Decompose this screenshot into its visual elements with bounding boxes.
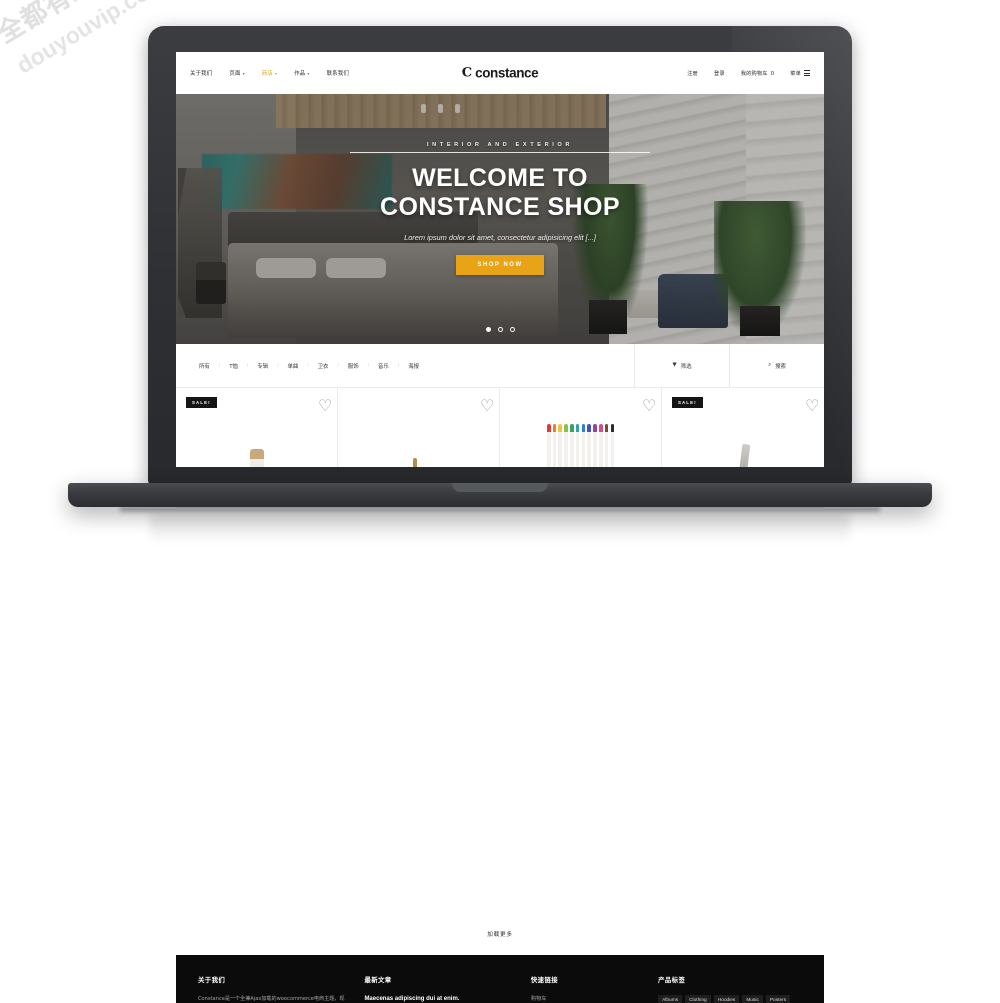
product-image-bottle (249, 449, 264, 467)
hero-dot-0[interactable] (485, 327, 491, 332)
footer-tag-3[interactable]: Music (742, 995, 763, 1003)
primary-nav: 关于我们 页面 ▾ 商店 ▾ 作品 ▾ 联系我们 (190, 69, 349, 77)
search-label: 搜索 (775, 363, 786, 370)
shop-now-button[interactable]: SHOP NOW (456, 255, 544, 275)
footer-col-about: 关于我们 Constance是一个全兼Ajax加载的woocommerce电商主… (198, 975, 348, 1003)
nav-item-0[interactable]: 关于我们 (190, 69, 212, 77)
hero-kicker: INTERIOR AND EXTERIOR (427, 142, 573, 148)
filter-icon: ▼ (672, 361, 677, 368)
footer-links-heading: 快速链接 (530, 976, 559, 984)
secondary-nav: 注册 登录 我的购物车 0 菜单 (687, 69, 810, 77)
screenshot-stage: 全都有综合资源网 douyouvip.com SALE!♡★★★★★MUSIC,… (0, 0, 1000, 1003)
product-media: ♡★★★★★ (500, 388, 661, 467)
filter-label: 筛选 (680, 363, 692, 370)
nav-item-3[interactable]: 作品 ▾ (294, 69, 309, 77)
hero-copy: INTERIOR AND EXTERIOR WELCOME TO CONSTAN… (176, 142, 824, 275)
hero-slider: INTERIOR AND EXTERIOR WELCOME TO CONSTAN… (176, 94, 824, 344)
footer-post-title[interactable]: Maecenas adipiscing dui at enim. (364, 995, 514, 1003)
cart-count: 0 (770, 70, 775, 77)
filter-category-6[interactable]: 音乐 (369, 362, 398, 370)
footer-col-tags: 产品标签 AlbumsClothingHoodiesMusicPostersSi… (658, 975, 802, 1003)
logo-mark-icon: C (461, 65, 473, 81)
footer-posts-heading: 最新文章 (364, 976, 392, 984)
product-image-pens (546, 424, 615, 467)
login-link[interactable]: 登录 (714, 70, 725, 77)
logo-text: constance (475, 65, 539, 81)
footer-about-body: Constance是一个全兼Ajax加载的woocommerce电商主题，现在市… (198, 996, 345, 1002)
chevron-down-icon: ▾ (242, 71, 245, 76)
footer-tag-1[interactable]: Clothing (685, 995, 711, 1003)
category-filter-list: 所有 / T恤 / 专辑 / 单曲 / 卫衣 / 服饰 / 音乐 / 海报 (176, 362, 634, 370)
filter-category-4[interactable]: 卫衣 (309, 362, 338, 370)
footer-about-heading: 关于我们 (198, 976, 226, 984)
watermark-chinese: 全都有综合资源网 (0, 0, 193, 50)
site-footer: 关于我们 Constance是一个全兼Ajax加载的woocommerce电商主… (176, 955, 824, 1003)
site-header: 关于我们 页面 ▾ 商店 ▾ 作品 ▾ 联系我们 C constance 注册 登录 我的购物… (176, 52, 824, 94)
register-link[interactable]: 注册 (687, 70, 698, 77)
hero-subtitle: Lorem ipsum dolor sit amet, consectetur … (404, 233, 596, 242)
site-logo[interactable]: C constance (462, 66, 539, 80)
hero-dot-2[interactable] (509, 327, 515, 332)
product-media: SALE!♡★★★★★ (176, 388, 337, 467)
sale-badge: SALE! (672, 397, 703, 408)
nav-item-1[interactable]: 页面 ▾ (229, 69, 244, 77)
product-card[interactable]: SALE!♡★★★★★POSTERSCOMPASS$15.00$12.00 (662, 388, 824, 467)
wishlist-heart-icon[interactable]: ♡ (805, 396, 819, 415)
product-card[interactable]: ♡MUSIC, SINGLESBRUSH$5.00 (338, 388, 500, 467)
laptop-shadow (120, 507, 880, 514)
website: 关于我们 页面 ▾ 商店 ▾ 作品 ▾ 联系我们 C constance 注册 登录 我的购物… (176, 52, 824, 467)
footer-col-links: 快速链接 购物车商店联系我们 (531, 975, 642, 1003)
search-button[interactable]: ⌕ 搜索 (729, 343, 824, 388)
product-image-compass (735, 443, 751, 467)
laptop-trackpad-notch (452, 483, 548, 492)
filter-category-1[interactable]: T恤 (220, 362, 247, 370)
search-icon: ⌕ (768, 361, 772, 368)
hero-title-line-1: WELCOME TO (412, 164, 588, 192)
nav-item-4[interactable]: 联系我们 (327, 69, 349, 77)
filter-category-3[interactable]: 单曲 (278, 362, 307, 370)
hero-pagination (176, 327, 824, 332)
filter-button[interactable]: ▼ 筛选 (634, 343, 729, 388)
nav-item-2[interactable]: 商店 ▾ (262, 69, 277, 77)
load-more-wrap: 加载更多 (176, 915, 824, 955)
product-filter-bar: 所有 / T恤 / 专辑 / 单曲 / 卫衣 / 服饰 / 音乐 / 海报 ▼ 筛选 ⌕ 搜索 (176, 343, 824, 388)
filter-category-0[interactable]: 所有 (190, 362, 219, 370)
product-media: ♡ (338, 388, 499, 467)
laptop-base (68, 483, 932, 507)
product-media: SALE!♡★★★★★ (662, 388, 824, 467)
laptop-screen: 关于我们 页面 ▾ 商店 ▾ 作品 ▾ 联系我们 C constance 注册 登录 我的购物… (176, 52, 824, 467)
wishlist-heart-icon[interactable]: ♡ (318, 396, 332, 415)
hero-divider (350, 152, 650, 153)
footer-tag-0[interactable]: Albums (658, 995, 683, 1003)
load-more-button[interactable]: 加载更多 (487, 930, 513, 938)
filter-category-7[interactable]: 海报 (399, 362, 428, 370)
product-card[interactable]: SALE!♡★★★★★MUSIC, SINGLESBOTTLE$5.00$2.0… (176, 388, 338, 467)
laptop-reflection (150, 514, 850, 544)
hamburger-icon (804, 69, 810, 77)
footer-link-0[interactable]: 购物车 (531, 995, 642, 1002)
wishlist-heart-icon[interactable]: ♡ (642, 396, 656, 415)
sale-badge: SALE! (186, 397, 217, 408)
menu-button[interactable]: 菜单 (790, 69, 810, 77)
product-card[interactable]: ♡★★★★★CLOTHING, HOODIESCOLOR PEN$35.00 (500, 388, 662, 467)
wishlist-heart-icon[interactable]: ♡ (480, 396, 494, 415)
filter-category-5[interactable]: 服饰 (339, 362, 368, 370)
product-grid: SALE!♡★★★★★MUSIC, SINGLESBOTTLE$5.00$2.0… (176, 388, 824, 467)
page-below-fold: SALE!♡★★★★★MUSIC, SINGLESBOTTLE$5.00$2.0… (176, 467, 824, 1003)
chevron-down-icon: ▾ (274, 71, 278, 76)
footer-tag-2[interactable]: Hoodies (713, 995, 740, 1003)
chevron-down-icon: ▾ (307, 71, 310, 76)
cart-link[interactable]: 我的购物车 0 (741, 70, 774, 77)
filter-category-2[interactable]: 专辑 (248, 362, 277, 370)
footer-tag-4[interactable]: Posters (765, 995, 791, 1003)
cart-label: 我的购物车 (740, 70, 768, 77)
footer-col-posts: 最新文章 Maecenas adipiscing dui at enim.JUN… (364, 975, 514, 1003)
hero-dot-1[interactable] (497, 327, 503, 332)
menu-label: 菜单 (790, 70, 801, 77)
product-image-brush (405, 412, 433, 467)
hero-title: WELCOME TO CONSTANCE SHOP (176, 164, 824, 222)
footer-tags-heading: 产品标签 (658, 976, 686, 984)
hero-title-line-2: CONSTANCE SHOP (380, 193, 620, 221)
